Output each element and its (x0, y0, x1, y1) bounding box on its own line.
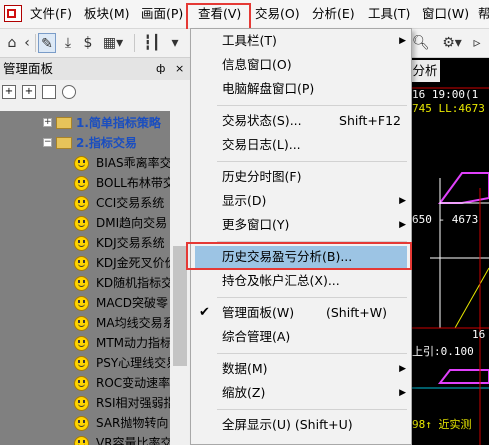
submenu-arrow-icon: ▶ (399, 220, 406, 230)
chart-indicator-label: 上引:0.100 (412, 345, 474, 358)
panel-tools: + + (0, 80, 190, 105)
strategy-smiley-icon (74, 216, 89, 231)
folder-label: 2.指标交易 (76, 136, 137, 150)
strategy-tree: + 1.简单指标策略 − 2.指标交易 BIAS乖离率交 BOLL布林带交 CC… (0, 111, 170, 445)
menu-item-history-chart[interactable]: 历史分时图(F) (191, 165, 411, 189)
copy-icon[interactable] (42, 85, 56, 99)
download-icon[interactable]: ⤓ (60, 33, 76, 53)
toolbar-separator (134, 34, 135, 52)
menu-separator (217, 105, 407, 106)
chart-price-line: 745 LL:4673 (412, 102, 485, 115)
back-icon[interactable]: ‹ (20, 33, 34, 53)
strategy-smiley-icon (74, 336, 89, 351)
settings-icon[interactable]: ⚙▾ (440, 33, 464, 53)
pen-icon[interactable]: ✎ (38, 33, 56, 53)
submenu-arrow-icon: ▶ (399, 36, 406, 46)
tree-scrollbar[interactable] (170, 111, 190, 445)
grid-icon[interactable]: ▦▾ (100, 33, 126, 53)
scrollbar-thumb[interactable] (173, 246, 187, 366)
strategy-smiley-icon (74, 296, 89, 311)
menu-window[interactable]: 窗口(W) (422, 0, 469, 28)
strategy-smiley-icon (74, 416, 89, 431)
panel-close-icon[interactable]: × (175, 58, 184, 80)
chart-datetime: 16 19:00(1 (412, 88, 479, 101)
strategy-smiley-icon (74, 156, 89, 171)
chart-test-label: 98↑ 近实测 (412, 418, 472, 431)
menu-item-fullscreen[interactable]: 全屏显示(U) (Shift+U) (191, 413, 411, 437)
menu-tools[interactable]: 工具(T) (368, 0, 410, 28)
menu-sector[interactable]: 板块(M) (84, 0, 130, 28)
menu-separator (217, 161, 407, 162)
strategy-smiley-icon (74, 176, 89, 191)
panel-pin-icon[interactable]: ф (156, 58, 165, 80)
new-file-icon[interactable]: + (22, 85, 36, 99)
menu-item-trade-status[interactable]: 交易状态(S)... Shift+F12 (191, 109, 411, 133)
strategy-smiley-icon (74, 276, 89, 291)
menu-item-highlight-box (186, 242, 412, 270)
menu-item-info-window[interactable]: 信息窗口(O) (191, 53, 411, 77)
expand-icon[interactable]: + (43, 118, 52, 127)
toolbar-more-icon[interactable]: ▹ (470, 33, 484, 53)
tab-analysis[interactable]: 分析 (410, 60, 440, 82)
menu-trade[interactable]: 交易(O) (255, 0, 300, 28)
management-panel: 管理面板 ф × + + + 1.简单指标策略 − 2.指标交易 BIAS乖离率… (0, 58, 190, 445)
chart-area[interactable]: 16 19:00(1 745 LL:4673 650 - 4673 上引:0.1… (410, 58, 489, 445)
strategy-smiley-icon (74, 356, 89, 371)
dropdown-arrow-icon[interactable]: ▾ (166, 33, 184, 53)
view-menu-dropdown: 工具栏(T) ▶ 信息窗口(O) 电脑解盘窗口(P) 交易状态(S)... Sh… (190, 28, 412, 445)
menu-item-toolbar[interactable]: 工具栏(T) ▶ (191, 29, 411, 53)
bar-chart-icon[interactable]: ┇┃ (140, 33, 164, 53)
submenu-arrow-icon: ▶ (399, 196, 406, 206)
menu-file[interactable]: 文件(F) (30, 0, 72, 28)
home-icon[interactable]: ⌂ (4, 33, 20, 53)
chart-range-label: 650 - 4673 (412, 213, 479, 226)
strategy-smiley-icon (74, 256, 89, 271)
search-icon[interactable] (62, 85, 76, 99)
strategy-smiley-icon (74, 396, 89, 411)
menu-item-display[interactable]: 显示(D) ▶ (191, 189, 411, 213)
refresh-dollar-icon[interactable]: $ (80, 33, 96, 53)
submenu-arrow-icon: ▶ (399, 364, 406, 374)
strategy-smiley-icon (74, 376, 89, 391)
menu-separator (217, 297, 407, 298)
submenu-arrow-icon: ▶ (399, 388, 406, 398)
zoom-icon[interactable]: 🔍︎ (412, 33, 430, 53)
menu-help[interactable]: 帮 (478, 0, 489, 28)
chart-drawing (410, 87, 489, 445)
check-icon: ✔ (199, 305, 210, 320)
menu-item-analysis-window[interactable]: 电脑解盘窗口(P) (191, 77, 411, 101)
folder-icon (56, 117, 72, 129)
chart-toolbar: 🔍︎ ⚙▾ ▹ (410, 29, 489, 57)
menu-separator (217, 353, 407, 354)
strategy-smiley-icon (74, 316, 89, 331)
new-strategy-icon[interactable]: + (2, 85, 16, 99)
menu-item-management-panel[interactable]: ✔ 管理面板(W) (Shift+W) (191, 301, 411, 325)
folder-label: 1.简单指标策略 (76, 116, 161, 130)
tree-folder-indicator-trade[interactable]: − 2.指标交易 (0, 133, 170, 153)
strategy-smiley-icon (74, 236, 89, 251)
menu-separator (217, 409, 407, 410)
app-logo-icon (4, 5, 22, 22)
strategy-smiley-icon (74, 436, 89, 445)
chart-scale-label: 16 (472, 328, 486, 341)
strategy-smiley-icon (74, 196, 89, 211)
toolbar-separator (35, 34, 36, 52)
tree-folder-simple[interactable]: + 1.简单指标策略 (0, 113, 170, 133)
menu-item-zoom[interactable]: 缩放(Z) ▶ (191, 381, 411, 405)
menu-item-position-summary[interactable]: 持仓及帐户汇总(X)... (191, 269, 411, 293)
menu-item-data[interactable]: 数据(M) ▶ (191, 357, 411, 381)
menu-item-more-windows[interactable]: 更多窗口(Y) ▶ (191, 213, 411, 237)
menu-item-integrated-management[interactable]: 综合管理(A) (191, 325, 411, 349)
menu-item-trade-log[interactable]: 交易日志(L)... (191, 133, 411, 157)
menu-screen[interactable]: 画面(P) (141, 0, 183, 28)
collapse-icon[interactable]: − (43, 138, 52, 147)
menu-analysis[interactable]: 分析(E) (312, 0, 355, 28)
folder-icon (56, 137, 72, 149)
